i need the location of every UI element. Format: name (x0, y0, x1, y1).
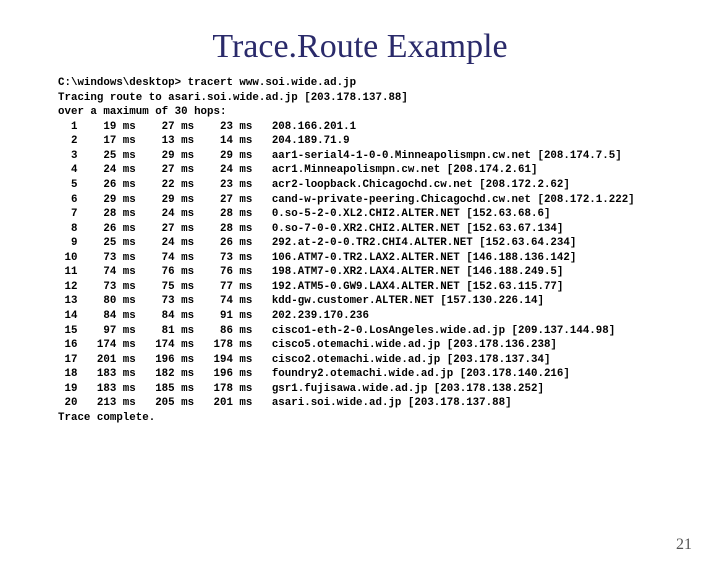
page-number: 21 (676, 536, 692, 554)
page-title: Trace.Route Example (0, 28, 720, 66)
complete-line: Trace complete. (58, 412, 155, 424)
over-line: over a maximum of 30 hops: (58, 106, 226, 118)
cmd-line: C:\windows\desktop> tracert www.soi.wide… (58, 77, 356, 89)
resolve-line: Tracing route to asari.soi.wide.ad.jp [2… (58, 92, 408, 104)
hops-block: 1 19 ms 27 ms 23 ms 208.166.201.1 2 17 m… (58, 121, 635, 410)
traceroute-output: C:\windows\desktop> tracert www.soi.wide… (58, 76, 720, 426)
